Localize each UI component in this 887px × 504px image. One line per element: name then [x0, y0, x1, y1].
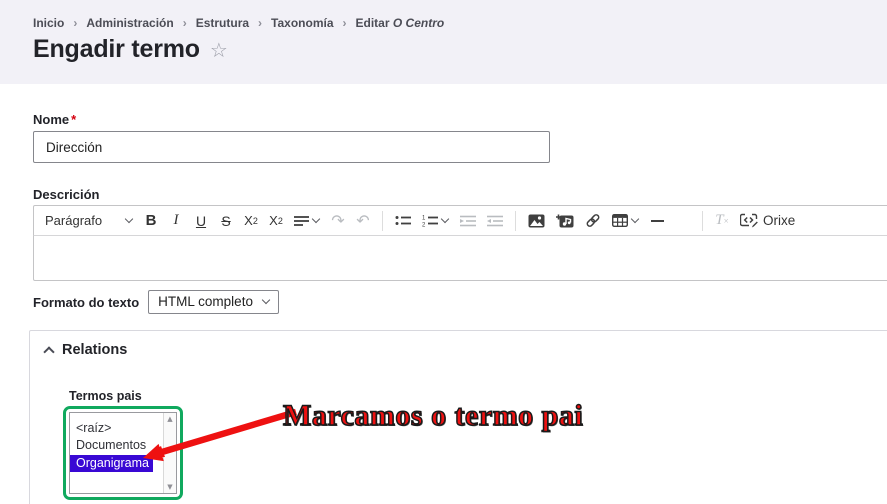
rich-text-editor: Parágrafo B I U S X2 X2 ↷ ↶ 1: [33, 205, 887, 281]
numbered-list-dropdown[interactable]: 1 2: [417, 209, 454, 233]
name-input[interactable]: [33, 131, 550, 163]
subscript-idx: 2: [278, 216, 283, 226]
breadcrumb-separator-icon: ›: [73, 16, 77, 30]
chevron-down-icon: [312, 215, 320, 223]
outdent-button[interactable]: [482, 209, 508, 233]
name-field-label: Nome*: [33, 112, 887, 127]
remove-format-x: ×: [724, 216, 729, 226]
breadcrumb: Inicio › Administración › Estrutura › Ta…: [33, 16, 887, 30]
list-option-raiz[interactable]: <raíz>: [70, 420, 163, 437]
subscript-base: X: [269, 213, 278, 228]
annotation-highlight-box: <raíz> Documentos Organigrama ▲ ▼: [63, 406, 183, 500]
svg-text:1: 1: [422, 216, 426, 222]
chevron-down-icon: [631, 215, 639, 223]
text-format-select[interactable]: HTML completo: [148, 290, 279, 314]
scroll-down-icon[interactable]: ▼: [167, 483, 172, 491]
indent-button[interactable]: [455, 209, 481, 233]
breadcrumb-editar-o-centro[interactable]: Editar O Centro: [356, 16, 445, 30]
outdent-icon: [487, 215, 503, 227]
text-format-value: HTML completo: [158, 294, 253, 309]
media-icon: [556, 214, 574, 228]
scroll-up-icon[interactable]: ▲: [167, 415, 172, 423]
underline-button[interactable]: U: [189, 209, 213, 233]
link-icon: [585, 213, 601, 228]
strikethrough-button[interactable]: S: [214, 209, 238, 233]
bookmark-star-icon[interactable]: ☆: [210, 38, 228, 62]
bulleted-list-icon: [395, 214, 411, 227]
toolbar-divider: [515, 211, 516, 231]
breadcrumb-editar-italic: O Centro: [393, 16, 444, 30]
image-icon: [528, 214, 545, 228]
chevron-up-icon: [43, 346, 54, 357]
bulleted-list-button[interactable]: [390, 209, 416, 233]
breadcrumb-separator-icon: ›: [343, 16, 347, 30]
text-alignment-dropdown[interactable]: [289, 209, 325, 233]
paragraph-style-dropdown[interactable]: Parágrafo: [40, 209, 138, 233]
text-format-row: Formato do texto HTML completo: [33, 290, 887, 314]
source-editing-label: Orixe: [763, 213, 795, 228]
parent-terms-listbox[interactable]: <raíz> Documentos Organigrama ▲ ▼: [69, 412, 177, 494]
toolbar-divider: [702, 211, 703, 231]
chevron-down-icon: [441, 215, 449, 223]
superscript-base: X: [244, 213, 253, 228]
list-option-documentos[interactable]: Documentos: [70, 437, 163, 454]
bold-button[interactable]: B: [139, 209, 163, 233]
page-header: Inicio › Administración › Estrutura › Ta…: [0, 0, 887, 84]
italic-button[interactable]: I: [164, 209, 188, 233]
block-quote-button[interactable]: “: [670, 209, 695, 233]
subscript-button[interactable]: X2: [264, 209, 288, 233]
breadcrumb-estrutura[interactable]: Estrutura: [196, 16, 249, 30]
breadcrumb-administracion[interactable]: Administración: [86, 16, 173, 30]
page-title: Engadir termo: [33, 35, 200, 64]
undo-button[interactable]: ↶: [351, 209, 375, 233]
remove-format-button[interactable]: T×: [710, 209, 734, 233]
horizontal-line-icon: [651, 220, 664, 222]
list-option-organigrama-selected[interactable]: Organigrama: [70, 455, 153, 472]
breadcrumb-editar-prefix: Editar: [356, 16, 393, 30]
required-mark: *: [71, 112, 76, 127]
listbox-scrollbar[interactable]: ▲ ▼: [163, 413, 176, 493]
superscript-exp: 2: [253, 216, 258, 226]
chevron-down-icon: [262, 296, 270, 304]
block-quote-icon: “: [675, 214, 690, 228]
editor-content-area[interactable]: [33, 236, 887, 281]
editor-toolbar: Parágrafo B I U S X2 X2 ↷ ↶ 1: [33, 205, 887, 236]
text-format-label: Formato do texto: [33, 295, 139, 310]
insert-media-button[interactable]: [551, 209, 579, 233]
breadcrumb-separator-icon: ›: [183, 16, 187, 30]
annotation-text: Marcamos o termo pai: [283, 399, 583, 433]
description-field-label: Descrición: [33, 187, 887, 202]
indent-icon: [460, 215, 476, 227]
breadcrumb-taxonomia[interactable]: Taxonomía: [271, 16, 333, 30]
remove-format-base: T: [715, 212, 723, 229]
insert-table-dropdown[interactable]: [607, 209, 644, 233]
superscript-button[interactable]: X2: [239, 209, 263, 233]
relations-toggle[interactable]: Relations: [45, 342, 887, 358]
source-editing-button[interactable]: Orixe: [735, 209, 800, 233]
toolbar-divider: [382, 211, 383, 231]
redo-button[interactable]: ↷: [326, 209, 350, 233]
name-label-text: Nome: [33, 112, 69, 127]
source-code-icon: [740, 213, 758, 228]
insert-image-button[interactable]: [523, 209, 550, 233]
align-text-icon: [294, 215, 309, 227]
table-icon: [612, 214, 628, 227]
paragraph-dropdown-label: Parágrafo: [45, 213, 102, 228]
relations-title: Relations: [62, 342, 127, 358]
chevron-down-icon: [125, 215, 133, 223]
horizontal-line-button[interactable]: [645, 209, 669, 233]
link-button[interactable]: [580, 209, 606, 233]
numbered-list-icon: 1 2: [422, 214, 438, 227]
breadcrumb-inicio[interactable]: Inicio: [33, 16, 64, 30]
svg-text:2: 2: [422, 223, 426, 228]
breadcrumb-separator-icon: ›: [258, 16, 262, 30]
